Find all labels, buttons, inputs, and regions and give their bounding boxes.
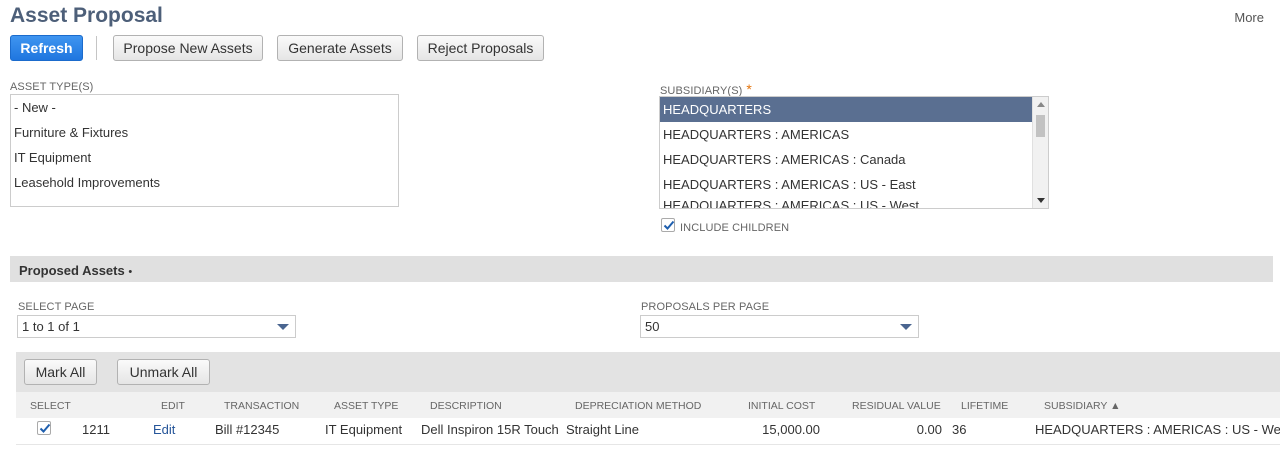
page-title: Asset Proposal (10, 4, 163, 27)
toolbar-divider (96, 36, 97, 60)
asset-type-option[interactable]: IT Equipment (11, 145, 398, 170)
more-menu[interactable]: More (1234, 10, 1264, 25)
row-initial-cost: 15,000.00 (762, 422, 820, 437)
reject-proposals-button[interactable]: Reject Proposals (417, 35, 544, 61)
per-page-dropdown[interactable]: 50 (640, 315, 919, 338)
chevron-down-icon (277, 324, 289, 330)
subsidiary-option[interactable]: HEADQUARTERS : AMERICAS : US - West (660, 193, 1048, 208)
subsidiary-option[interactable]: HEADQUARTERS : AMERICAS (660, 122, 1048, 147)
per-page-label: PROPOSALS PER PAGE (641, 301, 770, 313)
row-transaction: Bill #12345 (215, 422, 280, 437)
proposed-assets-title: Proposed Assets • (19, 263, 132, 278)
col-initial-cost[interactable]: INITIAL COST (748, 400, 815, 412)
asset-types-listbox[interactable]: - New - Furniture & Fixtures IT Equipmen… (10, 94, 399, 207)
propose-new-assets-button[interactable]: Propose New Assets (113, 35, 263, 61)
refresh-button[interactable]: Refresh (10, 35, 83, 61)
section-marker: • (128, 266, 133, 278)
scroll-thumb[interactable] (1036, 115, 1045, 137)
col-residual-value[interactable]: RESIDUAL VALUE (852, 400, 941, 412)
subsidiary-option[interactable]: HEADQUARTERS (660, 97, 1048, 122)
required-marker: * (746, 81, 752, 97)
subsidiaries-label: SUBSIDIARY(S) * (660, 81, 752, 97)
mark-all-button[interactable]: Mark All (24, 359, 97, 385)
generate-assets-button[interactable]: Generate Assets (277, 35, 403, 61)
row-subsidiary: HEADQUARTERS : AMERICAS : US - West (1035, 422, 1280, 437)
proposed-assets-title-text: Proposed Assets (19, 263, 125, 278)
col-edit[interactable]: EDIT (161, 400, 185, 412)
col-subsidiary[interactable]: SUBSIDIARY ▲ (1044, 400, 1121, 412)
include-children-checkbox[interactable] (661, 218, 675, 232)
proposed-assets-header[interactable]: Proposed Assets • (10, 256, 1273, 282)
row-asset-type: IT Equipment (325, 422, 403, 437)
asset-types-label: ASSET TYPE(S) (10, 81, 94, 93)
per-page-value: 50 (645, 319, 660, 334)
subsidiaries-scrollbar[interactable] (1032, 97, 1048, 208)
checkmark-icon (39, 423, 51, 433)
row-lifetime: 36 (952, 422, 967, 437)
row-divider (16, 444, 1280, 445)
col-description[interactable]: DESCRIPTION (430, 400, 502, 412)
select-page-label: SELECT PAGE (18, 301, 95, 313)
subsidiaries-listbox[interactable]: HEADQUARTERS HEADQUARTERS : AMERICAS HEA… (659, 96, 1049, 209)
include-children-label: INCLUDE CHILDREN (680, 222, 790, 234)
unmark-all-button[interactable]: Unmark All (117, 359, 210, 385)
row-description: Dell Inspiron 15R Touch (421, 422, 559, 437)
col-asset-type[interactable]: ASSET TYPE (334, 400, 398, 412)
select-page-value: 1 to 1 of 1 (22, 319, 80, 334)
col-select[interactable]: SELECT (30, 400, 71, 412)
col-lifetime[interactable]: LIFETIME (961, 400, 1008, 412)
row-select-checkbox[interactable] (37, 421, 51, 435)
col-transaction[interactable]: TRANSACTION (224, 400, 299, 412)
asset-type-option[interactable]: - New - (11, 95, 398, 120)
scroll-up-icon[interactable] (1037, 102, 1045, 107)
checkmark-icon (663, 220, 675, 230)
subsidiary-option[interactable]: HEADQUARTERS : AMERICAS : Canada (660, 147, 1048, 172)
row-residual-value: 0.00 (916, 422, 942, 437)
row-depreciation-method: Straight Line (566, 422, 639, 437)
asset-type-option[interactable]: Furniture & Fixtures (11, 120, 398, 145)
scroll-down-icon[interactable] (1037, 198, 1045, 203)
row-edit-link[interactable]: Edit (153, 422, 175, 437)
row-id: 1211 (82, 422, 110, 437)
col-depreciation-method[interactable]: DEPRECIATION METHOD (575, 400, 701, 412)
chevron-down-icon (900, 324, 912, 330)
select-page-dropdown[interactable]: 1 to 1 of 1 (17, 315, 296, 338)
asset-type-option[interactable]: Leasehold Improvements (11, 170, 398, 195)
